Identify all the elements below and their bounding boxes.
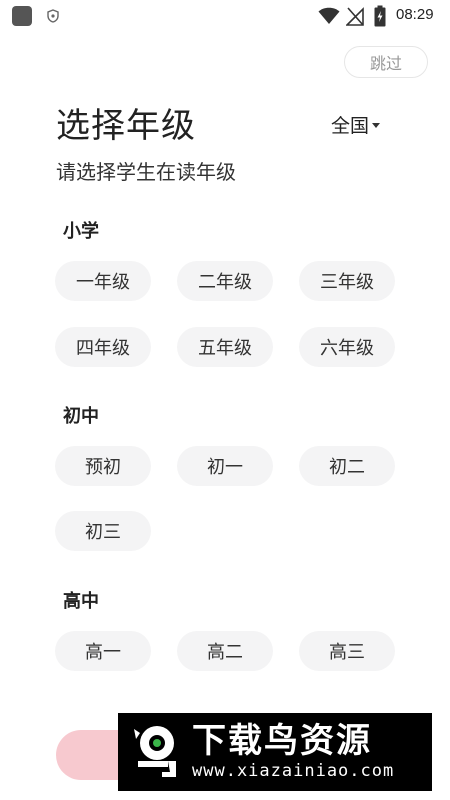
no-signal-icon <box>346 7 364 26</box>
watermark-url: www.xiazainiao.com <box>192 761 395 781</box>
grade-chip[interactable]: 六年级 <box>299 327 395 367</box>
region-label: 全国 <box>331 115 370 137</box>
grade-chip[interactable]: 高一 <box>55 631 151 671</box>
status-time: 08:29 <box>396 6 434 23</box>
grade-chip[interactable]: 二年级 <box>177 261 273 301</box>
skip-button[interactable]: 跳过 <box>344 46 428 78</box>
section-junior-label: 初中 <box>63 406 99 427</box>
shield-icon <box>47 9 59 23</box>
wifi-icon <box>318 7 340 25</box>
section-senior-label: 高中 <box>63 591 99 612</box>
grade-chip[interactable]: 三年级 <box>299 261 395 301</box>
grade-chip[interactable]: 一年级 <box>55 261 151 301</box>
bird-logo-icon <box>134 726 176 777</box>
grade-chip[interactable]: 五年级 <box>177 327 273 367</box>
grade-chip[interactable]: 四年级 <box>55 327 151 367</box>
app-icon <box>12 6 32 26</box>
grade-chip[interactable]: 高二 <box>177 631 273 671</box>
watermark-title: 下载鸟资源 <box>192 721 372 761</box>
region-selector[interactable]: 全国 <box>331 111 381 138</box>
section-primary-label: 小学 <box>63 221 99 242</box>
grade-chip[interactable]: 预初 <box>55 446 151 486</box>
page-subtitle: 请选择学生在读年级 <box>56 160 236 184</box>
status-bar: 08:29 <box>0 0 450 32</box>
grade-chip[interactable]: 初一 <box>177 446 273 486</box>
battery-charging-icon <box>374 5 386 27</box>
grade-chip[interactable]: 初二 <box>299 446 395 486</box>
caret-down-icon <box>372 123 381 128</box>
grade-chip[interactable]: 初三 <box>55 511 151 551</box>
grade-chip[interactable]: 高三 <box>299 631 395 671</box>
watermark-overlay: 下载鸟资源 www.xiazainiao.com <box>118 713 432 791</box>
page-title: 选择年级 <box>56 106 196 146</box>
